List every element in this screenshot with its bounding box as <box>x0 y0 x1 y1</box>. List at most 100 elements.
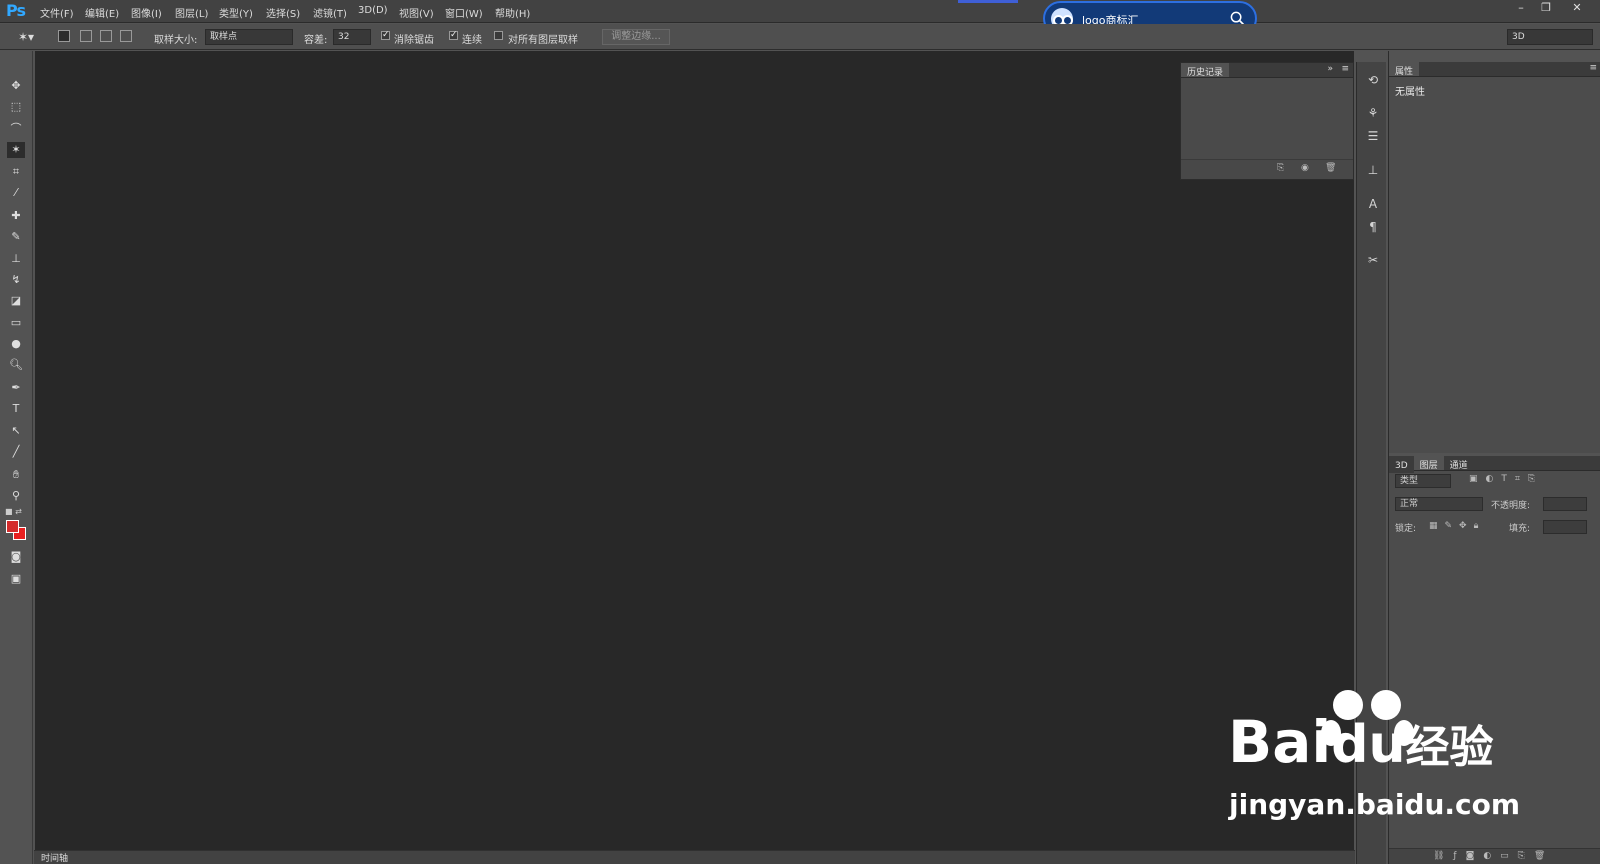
sample-all-label: 对所有图层取样 <box>508 35 578 46</box>
panel-menu-icon[interactable]: ≡ <box>1589 63 1597 73</box>
menu-bar: Ps 文件(F) 编辑(E) 图像(I) 图层(L) 类型(Y) 选择(S) 滤镜(T) 3D… <box>0 0 1600 23</box>
timeline-bar: 时间轴 <box>34 850 1355 864</box>
layers-tab[interactable]: 图层 <box>1413 456 1444 471</box>
magic-wand-icon[interactable]: ✶▾ <box>18 30 34 44</box>
close-button[interactable]: ✕ <box>1566 0 1588 16</box>
sample-size-select[interactable]: 取样点 <box>205 29 293 45</box>
brush-tool-icon[interactable]: ✎ <box>7 229 25 245</box>
lock-label: 锁定: <box>1395 524 1417 534</box>
new-selection-icon[interactable] <box>58 30 70 42</box>
subtract-selection-icon[interactable] <box>100 30 112 42</box>
history-panel-icon[interactable]: ⟲ <box>1365 72 1381 88</box>
character-panel-icon[interactable]: A <box>1365 196 1381 212</box>
history-tab[interactable]: 历史记录 <box>1181 63 1230 78</box>
layer-actions-icons[interactable]: ⛓ƒ◙◐▭⎘🗑︎ <box>1433 851 1554 861</box>
menu-item[interactable]: 图层(L) <box>175 5 208 20</box>
blur-tool-icon[interactable]: ● <box>7 336 25 352</box>
contiguous-checkbox[interactable]: ✓ <box>449 31 458 40</box>
timeline-tab[interactable]: 时间轴 <box>41 851 68 864</box>
blend-mode-select[interactable]: 正常 <box>1395 497 1483 511</box>
layers-tab[interactable]: 3D <box>1389 459 1414 473</box>
watermark-url: jingyan.baidu.com <box>1229 788 1521 821</box>
lock-icons[interactable]: ▦✎✥🔒︎ <box>1429 521 1485 531</box>
menu-item[interactable]: 3D(D) <box>358 5 388 16</box>
opacity-label: 不透明度: <box>1491 501 1531 511</box>
menu-item[interactable]: 图像(I) <box>131 5 162 20</box>
tolerance-input[interactable]: 32 <box>333 29 371 45</box>
history-panel: 历史记录 » ≡ ⎘ ◉ 🗑︎ <box>1180 62 1354 180</box>
restore-button[interactable]: ❐ <box>1535 0 1557 16</box>
menu-item[interactable]: 类型(Y) <box>219 5 253 20</box>
trash-icon[interactable]: 🗑︎ <box>1325 163 1336 173</box>
lasso-tool-icon[interactable]: ⌒ <box>7 121 25 137</box>
magic-wand-tool-icon[interactable]: ✶ <box>7 142 25 158</box>
canvas-area[interactable] <box>35 51 1354 850</box>
menu-item[interactable]: 帮助(H) <box>495 5 530 20</box>
layers-tab[interactable]: 通道 <box>1443 456 1474 471</box>
add-selection-icon[interactable] <box>80 30 92 42</box>
menu-item[interactable]: 选择(S) <box>266 5 300 20</box>
tolerance-label: 容差: <box>304 35 328 46</box>
kind-filter-label: 类型 <box>1400 476 1419 486</box>
workspace-select[interactable]: 3D <box>1507 29 1593 45</box>
panel-menu-icon[interactable]: ≡ <box>1341 64 1349 74</box>
stamp-tool-icon[interactable]: ⊥ <box>7 251 25 267</box>
dodge-tool-icon[interactable]: 🔍︎ <box>7 357 25 373</box>
swap-colors-icon[interactable]: ■ ⇄ <box>5 507 22 516</box>
hand-tool-icon[interactable]: ✋︎ <box>7 467 25 483</box>
layer-filter-icons[interactable]: ▣◐T⌗⎘ <box>1469 474 1543 484</box>
menu-item[interactable]: 文件(F) <box>40 5 74 20</box>
collapse-icon[interactable]: » <box>1327 64 1333 74</box>
menu-item[interactable]: 编辑(E) <box>85 5 119 20</box>
app-logo: Ps <box>6 1 26 20</box>
fill-input[interactable] <box>1543 520 1587 534</box>
history-brush-icon[interactable]: ↯ <box>7 272 25 288</box>
pen-tool-icon[interactable]: ✒ <box>7 380 25 396</box>
eraser-tool-icon[interactable]: ◪ <box>7 293 25 309</box>
zoom-tool-icon[interactable]: ⚲ <box>7 488 25 504</box>
menu-item[interactable]: 窗口(W) <box>445 5 483 20</box>
antialias-checkbox[interactable]: ✓ <box>381 31 390 40</box>
quick-mask-icon[interactable]: ◙ <box>7 549 25 565</box>
brush-panel-icon[interactable]: ⚘ <box>1365 105 1381 121</box>
paragraph-panel-icon[interactable]: ¶ <box>1365 219 1381 235</box>
antialias-label: 消除锯齿 <box>394 35 434 46</box>
sample-all-checkbox[interactable] <box>494 31 503 40</box>
fill-label: 填充: <box>1509 524 1531 534</box>
contiguous-label: 连续 <box>462 35 482 46</box>
tool-presets-icon[interactable]: ✂ <box>1365 252 1381 268</box>
history-footer: ⎘ ◉ 🗑︎ <box>1181 159 1353 179</box>
kind-filter-select[interactable]: 类型 <box>1395 474 1451 488</box>
healing-brush-icon[interactable]: ✚ <box>7 208 25 224</box>
gradient-tool-icon[interactable]: ▭ <box>7 315 25 331</box>
refine-edge-button[interactable]: 调整边缘... <box>602 29 670 45</box>
no-properties-text: 无属性 <box>1395 87 1425 98</box>
clone-source-icon[interactable]: ⊥ <box>1365 162 1381 178</box>
snapshot-icon[interactable]: ◉ <box>1301 163 1309 173</box>
menu-item[interactable]: 滤镜(T) <box>313 5 347 20</box>
screen-mode-icon[interactable]: ▣ <box>7 571 25 587</box>
paw-toe-4 <box>1394 720 1414 746</box>
paw-toe-2 <box>1371 690 1401 720</box>
toolbox: ✥ ⬚ ⌒ ✶ ⌗ ⁄ ✚ ✎ ⊥ ↯ ◪ ▭ ● 🔍︎ ✒ T ↖ ╱ ✋︎ … <box>0 51 33 864</box>
minimize-button[interactable]: – <box>1510 0 1532 16</box>
properties-tab[interactable]: 属性 <box>1389 62 1420 77</box>
eyedropper-tool-icon[interactable]: ⁄ <box>7 185 25 201</box>
menu-item[interactable]: 视图(V) <box>399 5 434 20</box>
properties-panel: 属性 ≡ 无属性 <box>1389 62 1600 453</box>
type-tool-icon[interactable]: T <box>7 401 25 417</box>
new-document-icon[interactable]: ⎘ <box>1277 163 1284 173</box>
sample-size-label: 取样大小: <box>154 35 198 46</box>
path-select-icon[interactable]: ↖ <box>7 423 25 439</box>
move-tool-icon[interactable]: ✥ <box>7 78 25 94</box>
adjustments-icon[interactable]: ☰ <box>1365 128 1381 144</box>
foreground-color-swatch[interactable] <box>6 520 19 533</box>
tool-options-bar: ✶▾ 取样大小: 取样点 容差: 32 ✓ 消除锯齿 ✓ 连续 对所有图层取样 … <box>0 24 1600 50</box>
opacity-input[interactable] <box>1543 497 1587 511</box>
paw-toe-1 <box>1333 690 1363 720</box>
crop-tool-icon[interactable]: ⌗ <box>7 164 25 180</box>
line-tool-icon[interactable]: ╱ <box>7 444 25 460</box>
marquee-tool-icon[interactable]: ⬚ <box>7 99 25 115</box>
layers-footer: ⛓ƒ◙◐▭⎘🗑︎ <box>1389 848 1600 864</box>
intersect-selection-icon[interactable] <box>120 30 132 42</box>
